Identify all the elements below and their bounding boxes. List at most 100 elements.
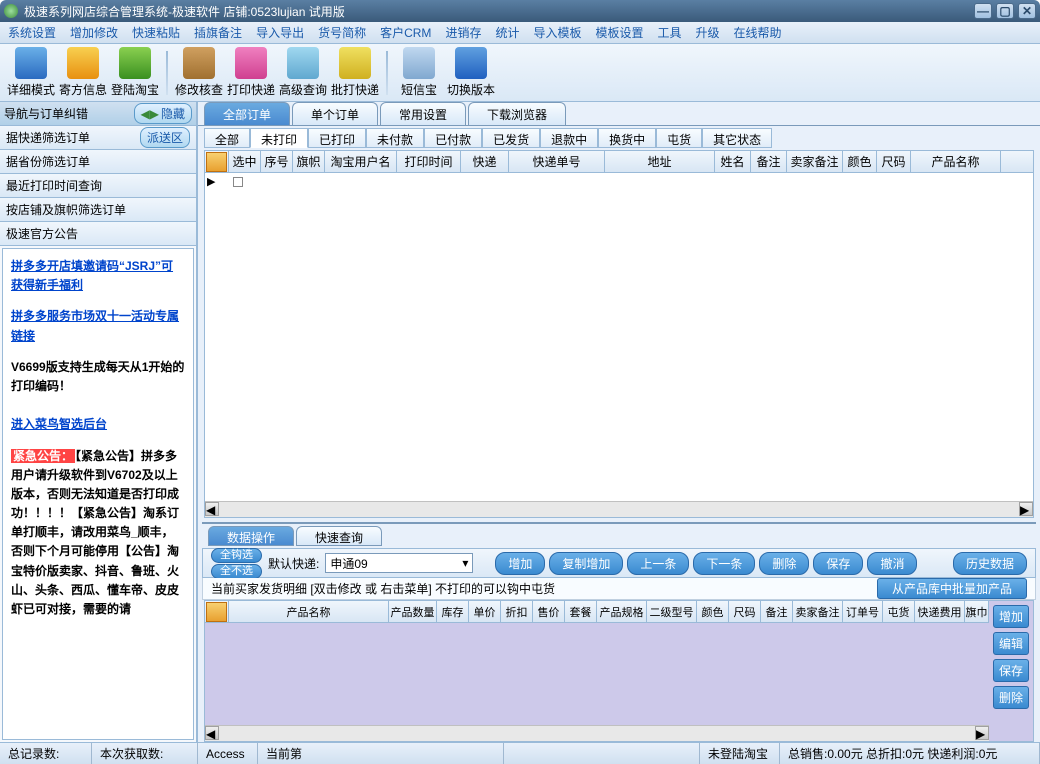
minimize-button[interactable]: — [974, 3, 992, 19]
dcol-备注[interactable]: 备注 [761, 601, 793, 623]
dcol-旗巾[interactable]: 旗巾 [965, 601, 989, 623]
grid-body[interactable]: ▶ [205, 173, 1033, 501]
subtab-其它状态[interactable]: 其它状态 [702, 128, 772, 148]
nav-按店铺及旗帜筛选订单[interactable]: 按店铺及旗帜筛选订单 [0, 198, 196, 222]
tab-常用设置[interactable]: 常用设置 [380, 102, 466, 125]
side-保存[interactable]: 保存 [993, 659, 1029, 682]
col-备注[interactable]: 备注 [751, 151, 787, 172]
close-button[interactable]: ✕ [1018, 3, 1036, 19]
col-地址[interactable]: 地址 [605, 151, 715, 172]
maximize-button[interactable]: ▢ [996, 3, 1014, 19]
notice-link-2[interactable]: 拼多多服务市场双十一活动专属链接 [11, 307, 185, 345]
col-快递单号[interactable]: 快递单号 [509, 151, 605, 172]
tab-全部订单[interactable]: 全部订单 [204, 102, 290, 125]
col-尺码[interactable]: 尺码 [877, 151, 911, 172]
toolbar-详细模式[interactable]: 详细模式 [6, 46, 56, 100]
subtab-未付款[interactable]: 未付款 [366, 128, 424, 148]
bottab-快速查询[interactable]: 快速查询 [296, 526, 382, 546]
menu-模板设置[interactable]: 模板设置 [595, 24, 643, 41]
ops-撤消[interactable]: 撤消 [867, 552, 917, 575]
subtab-未打印[interactable]: 未打印 [250, 128, 308, 148]
ops-下一条[interactable]: 下一条 [693, 552, 755, 575]
toolbar-打印快递[interactable]: 打印快递 [226, 46, 276, 100]
col-姓名[interactable]: 姓名 [715, 151, 751, 172]
dcol-订单号[interactable]: 订单号 [843, 601, 883, 623]
toolbar-寄方信息[interactable]: 寄方信息 [58, 46, 108, 100]
add-from-product-library-button[interactable]: 从产品库中批量加产品 [877, 578, 1027, 599]
dcol-颜色[interactable]: 颜色 [697, 601, 729, 623]
select-all-button[interactable]: 全钩选 [211, 548, 262, 563]
col-卖家备注[interactable]: 卖家备注 [787, 151, 843, 172]
history-button[interactable]: 历史数据 [953, 552, 1027, 575]
ops-复制增加[interactable]: 复制增加 [549, 552, 623, 575]
dcol-快递费用[interactable]: 快递费用 [915, 601, 965, 623]
bottab-数据操作[interactable]: 数据操作 [208, 526, 294, 546]
menu-工具[interactable]: 工具 [658, 24, 682, 41]
hide-button[interactable]: ◀▶隐藏 [134, 103, 192, 124]
nav-btn-派送区[interactable]: 派送区 [140, 127, 190, 148]
subtab-屯货[interactable]: 屯货 [656, 128, 702, 148]
toolbar-批打快递[interactable]: 批打快递 [330, 46, 380, 100]
detail-scrollbar[interactable]: ◀▶ [205, 725, 989, 741]
nav-据快递筛选订单[interactable]: 据快递筛选订单派送区 [0, 126, 196, 150]
tab-单个订单[interactable]: 单个订单 [292, 102, 378, 125]
ops-保存[interactable]: 保存 [813, 552, 863, 575]
toolbar-修改核查[interactable]: 修改核查 [174, 46, 224, 100]
dcol-icon[interactable] [205, 601, 229, 623]
subtab-已打印[interactable]: 已打印 [308, 128, 366, 148]
dcol-售价[interactable]: 售价 [533, 601, 565, 623]
col-打印时间[interactable]: 打印时间 [397, 151, 461, 172]
toolbar-切换版本[interactable]: 切换版本 [446, 46, 496, 100]
ops-增加[interactable]: 增加 [495, 552, 545, 575]
col-icon[interactable] [205, 151, 229, 172]
dcol-套餐[interactable]: 套餐 [565, 601, 597, 623]
detail-grid-body[interactable] [205, 623, 989, 725]
menu-导入导出[interactable]: 导入导出 [256, 24, 304, 41]
dcol-二级型号[interactable]: 二级型号 [647, 601, 697, 623]
col-颜色[interactable]: 颜色 [843, 151, 877, 172]
dcol-单价[interactable]: 单价 [469, 601, 501, 623]
menu-升级[interactable]: 升级 [696, 24, 720, 41]
side-编辑[interactable]: 编辑 [993, 632, 1029, 655]
col-淘宝用户名[interactable]: 淘宝用户名 [325, 151, 397, 172]
subtab-换货中[interactable]: 换货中 [598, 128, 656, 148]
dcol-产品数量[interactable]: 产品数量 [389, 601, 437, 623]
ops-上一条[interactable]: 上一条 [627, 552, 689, 575]
checkbox[interactable] [233, 177, 243, 187]
dcol-尺码[interactable]: 尺码 [729, 601, 761, 623]
dcol-卖家备注[interactable]: 卖家备注 [793, 601, 843, 623]
menu-统计[interactable]: 统计 [495, 24, 519, 41]
subtab-已付款[interactable]: 已付款 [424, 128, 482, 148]
notice-link-3[interactable]: 进入菜鸟智选后台 [11, 415, 185, 434]
scroll-right-icon[interactable]: ▶ [1019, 502, 1033, 516]
subtab-退款中[interactable]: 退款中 [540, 128, 598, 148]
toolbar-短信宝[interactable]: 短信宝 [394, 46, 444, 100]
dcol-产品名称[interactable]: 产品名称 [229, 601, 389, 623]
menu-货号简称[interactable]: 货号简称 [318, 24, 366, 41]
nav-最近打印时间查询[interactable]: 最近打印时间查询 [0, 174, 196, 198]
select-none-button[interactable]: 全不选 [211, 564, 262, 579]
dcol-折扣[interactable]: 折扣 [501, 601, 533, 623]
dcol-库存[interactable]: 库存 [437, 601, 469, 623]
col-快递[interactable]: 快递 [461, 151, 509, 172]
toolbar-登陆淘宝[interactable]: 登陆淘宝 [110, 46, 160, 100]
side-删除[interactable]: 删除 [993, 686, 1029, 709]
menu-客户CRM[interactable]: 客户CRM [380, 24, 431, 41]
menu-导入模板[interactable]: 导入模板 [533, 24, 581, 41]
col-产品名称[interactable]: 产品名称 [911, 151, 1001, 172]
menu-进销存[interactable]: 进销存 [445, 24, 481, 41]
ops-删除[interactable]: 删除 [759, 552, 809, 575]
dcol-屯货[interactable]: 屯货 [883, 601, 915, 623]
subtab-全部[interactable]: 全部 [204, 128, 250, 148]
nav-据省份筛选订单[interactable]: 据省份筛选订单 [0, 150, 196, 174]
menu-插旗备注[interactable]: 插旗备注 [194, 24, 242, 41]
col-序号[interactable]: 序号 [261, 151, 293, 172]
menu-系统设置[interactable]: 系统设置 [8, 24, 56, 41]
menu-增加修改[interactable]: 增加修改 [70, 24, 118, 41]
col-旗帜[interactable]: 旗帜 [293, 151, 325, 172]
dcol-产品规格[interactable]: 产品规格 [597, 601, 647, 623]
menu-快速粘贴[interactable]: 快速粘贴 [132, 24, 180, 41]
horizontal-scrollbar[interactable]: ◀▶ [205, 501, 1033, 517]
tab-下载浏览器[interactable]: 下载浏览器 [468, 102, 566, 125]
menu-在线帮助[interactable]: 在线帮助 [734, 24, 782, 41]
